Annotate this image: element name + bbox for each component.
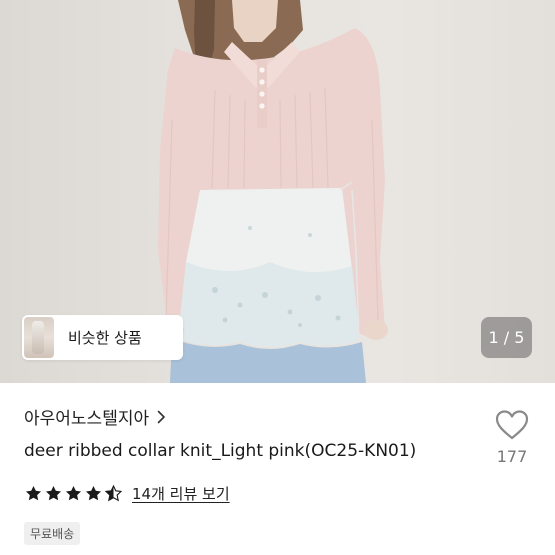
- like-button[interactable]: 177: [490, 409, 534, 466]
- star-rating: [24, 484, 123, 503]
- similar-products-label: 비슷한 상품: [68, 329, 142, 347]
- product-title: deer ribbed collar knit_Light pink(OC25-…: [24, 441, 417, 461]
- rating-row: 14개 리뷰 보기: [24, 483, 230, 504]
- like-count: 177: [496, 447, 528, 466]
- reviews-link[interactable]: 14개 리뷰 보기: [132, 483, 230, 504]
- star-icon: [25, 485, 42, 501]
- chevron-right-icon: [157, 410, 165, 423]
- shop-link[interactable]: 아우어노스텔지아: [24, 404, 166, 429]
- image-page-counter: 1 / 5: [481, 317, 532, 358]
- heart-outline-icon: [495, 410, 529, 440]
- star-icon: [65, 485, 82, 501]
- star-icon: [85, 485, 102, 501]
- similar-products-button[interactable]: 비슷한 상품: [22, 315, 183, 360]
- product-image[interactable]: 비슷한 상품 1 / 5: [0, 0, 555, 383]
- star-icon: [45, 485, 62, 501]
- free-shipping-badge: 무료배송: [24, 522, 81, 545]
- similar-product-thumbnail: [24, 317, 54, 358]
- shop-name: 아우어노스텔지아: [24, 409, 150, 429]
- half-star-icon: [104, 484, 123, 502]
